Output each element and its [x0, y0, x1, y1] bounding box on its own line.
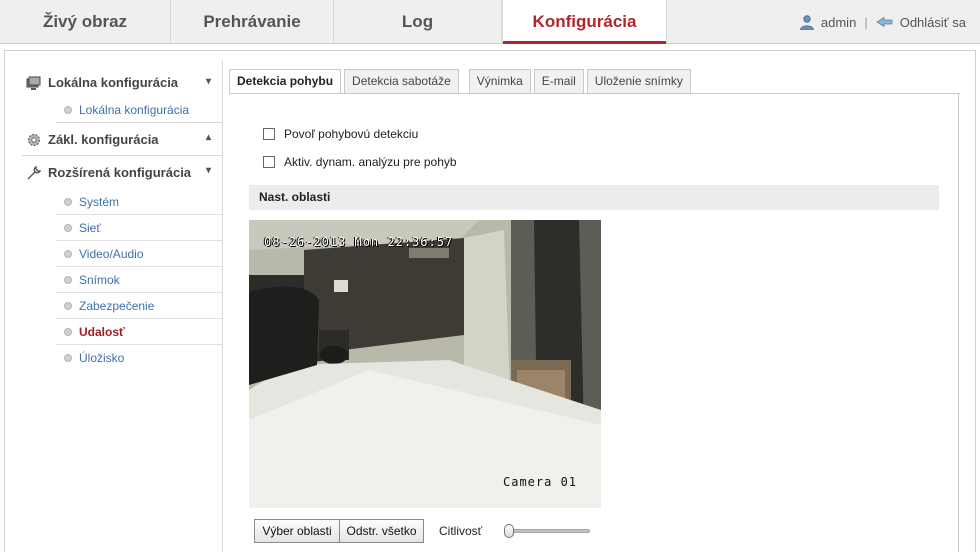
- tab-tamper-detection[interactable]: Detekcia sabotáže: [344, 69, 459, 94]
- bullet-icon: [64, 106, 72, 114]
- sidebar-item-event[interactable]: Udalosť: [56, 319, 223, 345]
- sidebar-section-local-config[interactable]: Lokálna konfigurácia ▾: [22, 67, 223, 97]
- sidebar-divider: [222, 60, 223, 552]
- clear-all-button[interactable]: Odstr. všetko: [339, 519, 424, 543]
- top-navigation: Živý obraz Prehrávanie Log Konfigurácia …: [0, 0, 980, 44]
- dynamic-analysis-label: Aktiv. dynam. analýzu pre pohyb: [284, 155, 457, 169]
- tab-underline: [229, 93, 960, 94]
- camera-frame-image: [249, 220, 601, 508]
- sidebar-item-security[interactable]: Zabezpečenie: [56, 293, 223, 319]
- event-tabs: Detekcia pohybu Detekcia sabotáže Výnimk…: [229, 69, 694, 94]
- chevron-up-icon: ▴: [205, 132, 211, 143]
- tab-snapshot-save[interactable]: Uloženie snímky: [586, 69, 691, 94]
- sidebar-item-label: Snímok: [79, 273, 120, 287]
- sidebar-item-label: Video/Audio: [79, 247, 144, 261]
- user-area: admin | Odhlásiť sa: [799, 14, 966, 30]
- dynamic-analysis-row[interactable]: Aktiv. dynam. analýzu pre pohyb: [263, 155, 457, 169]
- user-icon: [799, 15, 814, 30]
- area-settings-header: Nast. oblasti: [249, 185, 939, 210]
- sidebar-section-advanced-config[interactable]: Rozšírená konfigurácia ▾: [22, 156, 223, 189]
- dynamic-analysis-checkbox[interactable]: [263, 156, 275, 168]
- bullet-icon: [64, 198, 72, 206]
- sidebar-item-label: Udalosť: [79, 325, 125, 339]
- logout-link[interactable]: Odhlásiť sa: [900, 15, 966, 30]
- slider-track: [506, 529, 590, 533]
- sidebar-item-label: Zabezpečenie: [79, 299, 155, 313]
- enable-motion-detection-checkbox[interactable]: [263, 128, 275, 140]
- chevron-down-icon: ▾: [205, 165, 211, 176]
- sidebar-section-label: Rozšírená konfigurácia: [48, 165, 192, 180]
- nav-tab-configuration[interactable]: Konfigurácia: [502, 0, 667, 44]
- nav-tab-log[interactable]: Log: [334, 0, 502, 43]
- video-preview[interactable]: 08-26-2013 Mon 22:36:57 Camera 01: [249, 220, 601, 508]
- chevron-down-icon: ▾: [205, 76, 211, 87]
- bullet-icon: [64, 328, 72, 336]
- osd-camera-name: Camera 01: [503, 475, 578, 489]
- sidebar-item-storage[interactable]: Úložisko: [56, 345, 223, 371]
- user-separator: |: [864, 14, 868, 30]
- sidebar-item-video-audio[interactable]: Video/Audio: [56, 241, 223, 267]
- sidebar-item-label: Sieť: [79, 221, 101, 235]
- tab-email[interactable]: E-mail: [533, 69, 584, 94]
- select-area-button[interactable]: Výber oblasti: [254, 519, 340, 543]
- wrench-icon: [27, 165, 42, 180]
- sidebar-item-label: Systém: [79, 195, 120, 209]
- sidebar-item-label: Lokálna konfigurácia: [79, 103, 190, 117]
- sidebar-section-basic-config[interactable]: Zákl. konfigurácia ▴: [22, 123, 223, 156]
- monitor-icon: [26, 76, 41, 90]
- sidebar-item-image[interactable]: Snímok: [56, 267, 223, 293]
- slider-thumb[interactable]: [504, 524, 514, 538]
- enable-motion-detection-label: Povoľ pohybovú detekciu: [284, 127, 419, 141]
- sensitivity-slider[interactable]: [504, 524, 590, 538]
- sensitivity-label: Citlivosť: [439, 524, 483, 538]
- osd-timestamp: 08-26-2013 Mon 22:36:57: [264, 235, 454, 249]
- bullet-icon: [64, 354, 72, 362]
- gear-icon: [27, 133, 41, 147]
- tab-panel-border: [958, 93, 959, 552]
- bullet-icon: [64, 276, 72, 284]
- tab-exception[interactable]: Výnimka: [468, 69, 531, 94]
- nav-tab-playback[interactable]: Prehrávanie: [171, 0, 334, 43]
- sidebar-item-local-config[interactable]: Lokálna konfigurácia: [56, 97, 223, 123]
- sidebar-section-label: Zákl. konfigurácia: [48, 131, 159, 147]
- bullet-icon: [64, 224, 72, 232]
- nav-tab-live-view[interactable]: Živý obraz: [0, 0, 171, 43]
- username-label[interactable]: admin: [821, 15, 856, 30]
- sidebar-item-network[interactable]: Sieť: [56, 215, 223, 241]
- sidebar-section-label: Lokálna konfigurácia: [48, 74, 179, 90]
- sidebar: Lokálna konfigurácia ▾ Lokálna konfigurá…: [22, 67, 223, 371]
- sidebar-item-system[interactable]: Systém: [56, 189, 223, 215]
- logout-icon: [875, 16, 893, 28]
- sidebar-item-label: Úložisko: [79, 351, 125, 365]
- bullet-icon: [64, 302, 72, 310]
- bullet-icon: [64, 250, 72, 258]
- tab-motion-detection[interactable]: Detekcia pohybu: [229, 69, 342, 94]
- enable-motion-detection-row[interactable]: Povoľ pohybovú detekciu: [263, 127, 418, 141]
